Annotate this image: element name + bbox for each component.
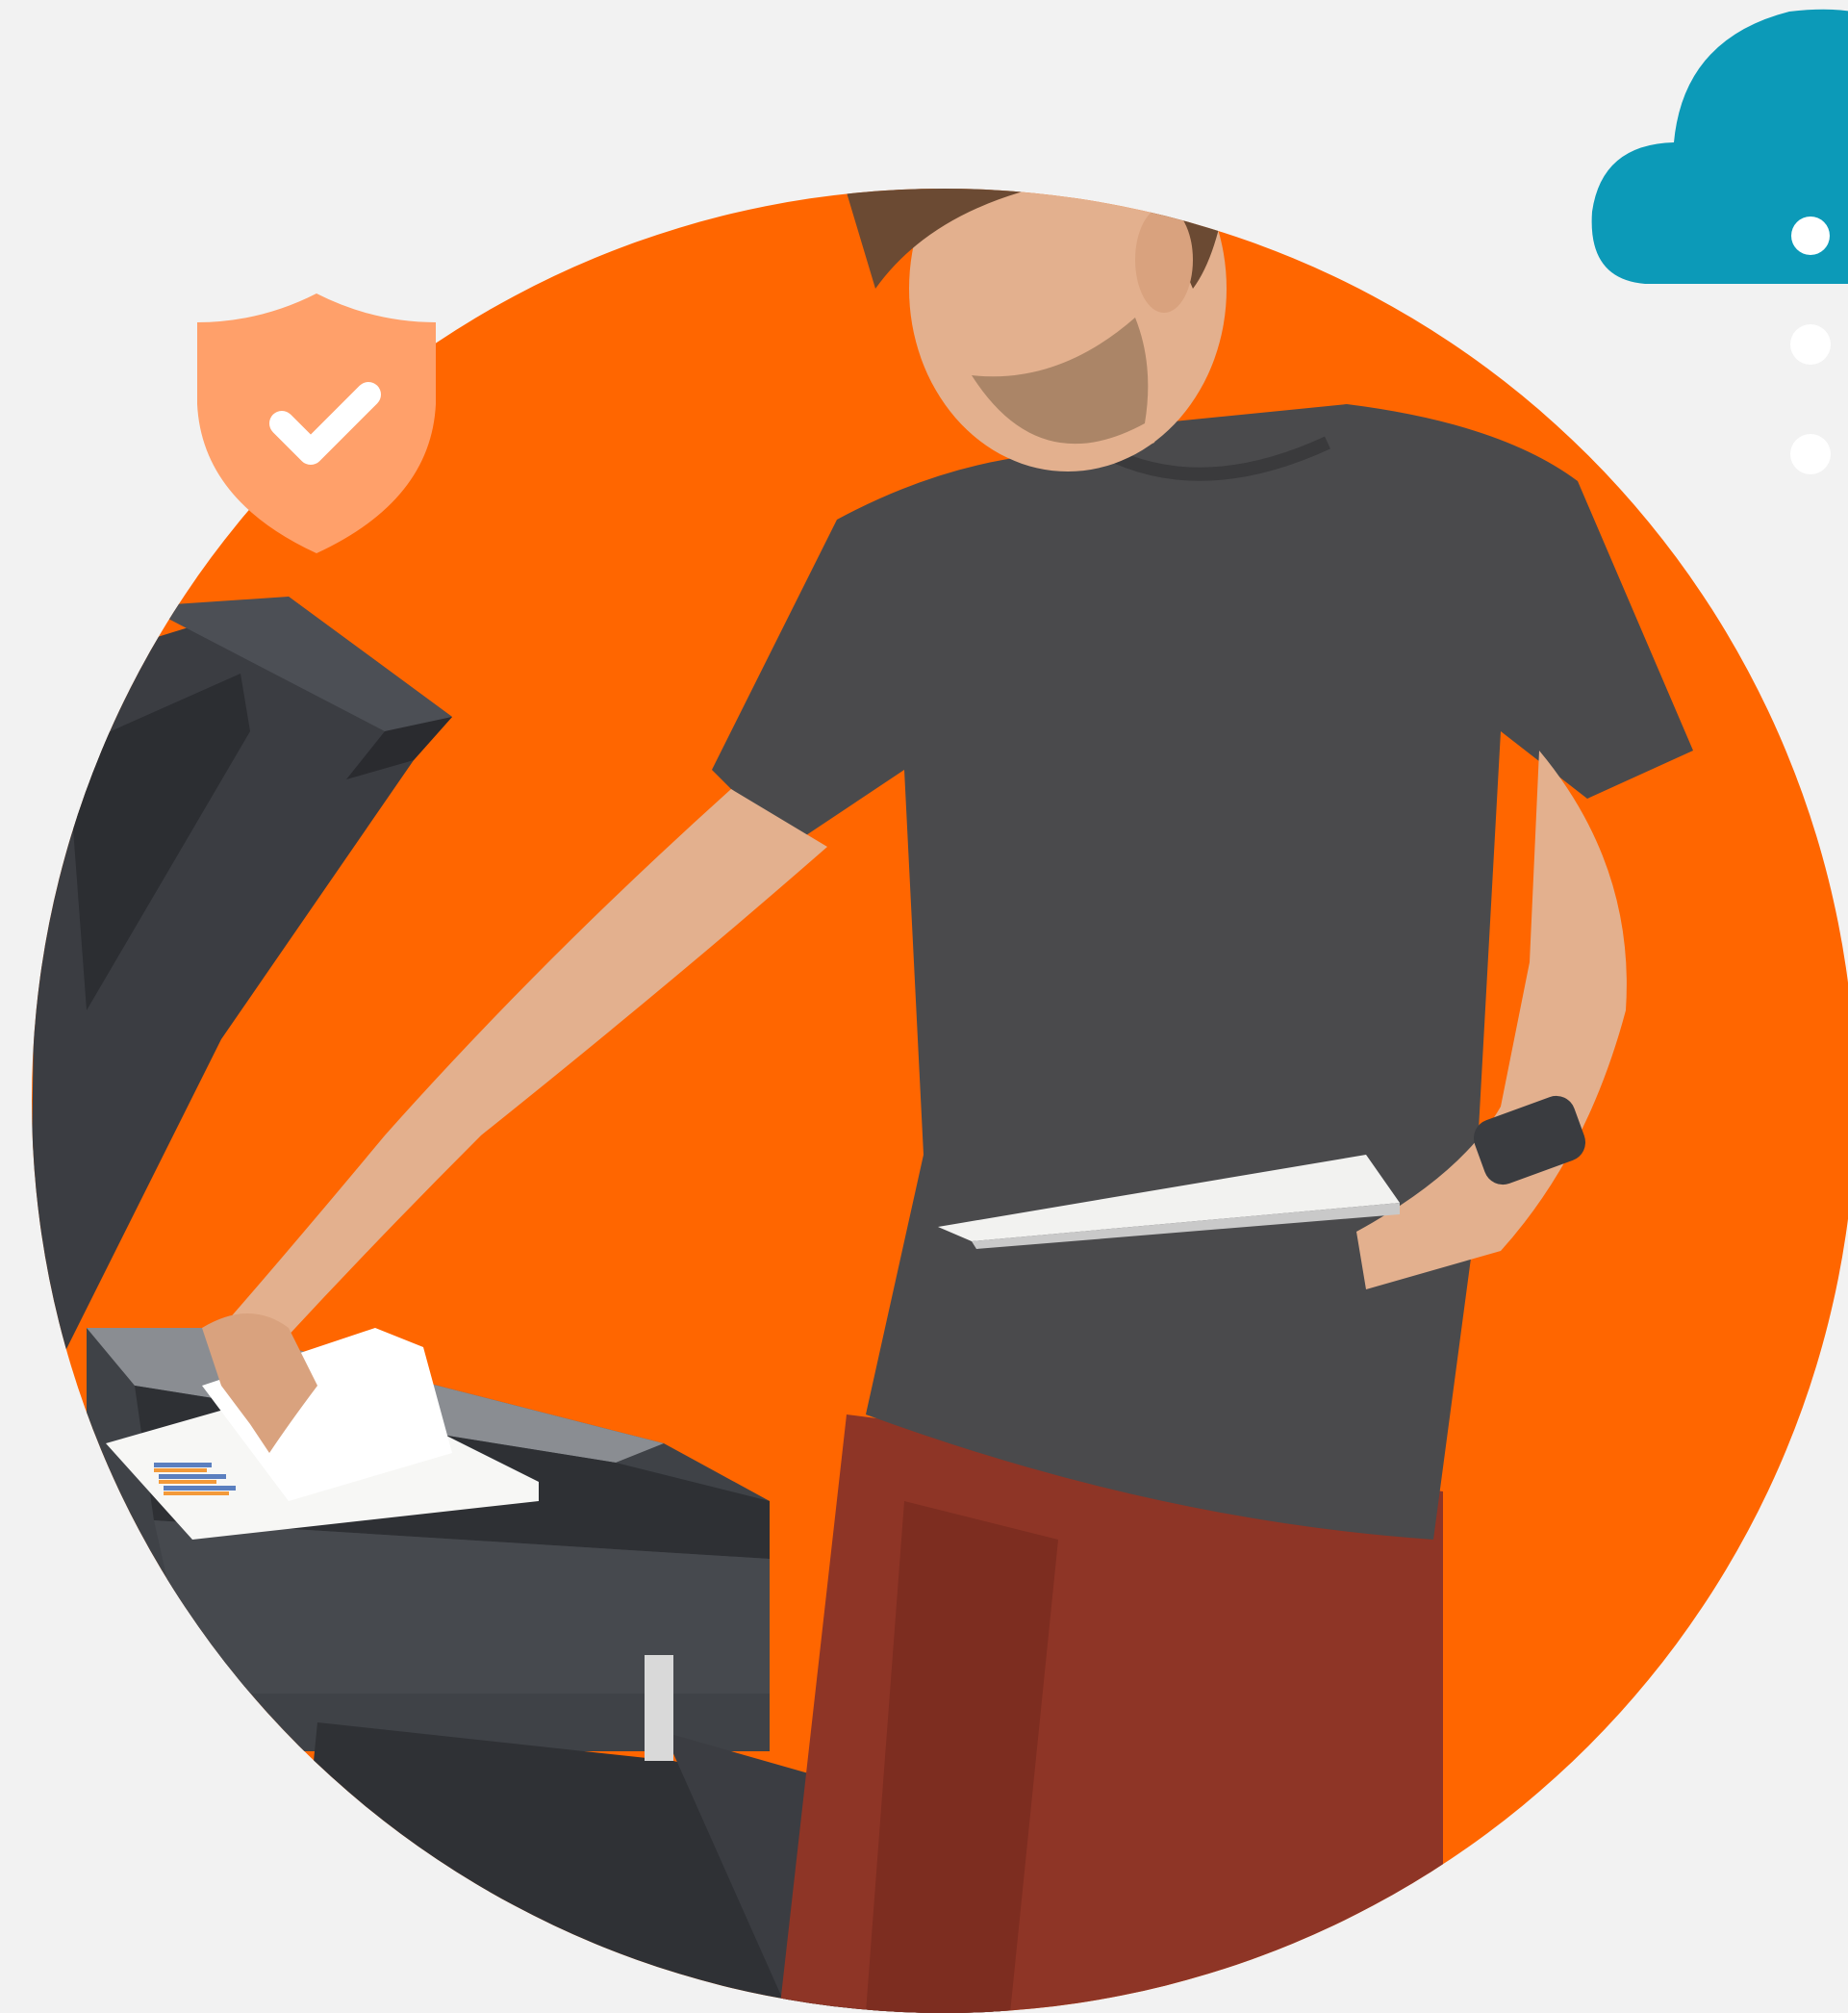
copier-lid	[32, 597, 452, 1366]
hero-image	[0, 0, 1848, 2013]
shield-check-icon	[190, 289, 443, 558]
cloud-icon	[1587, 0, 1848, 491]
